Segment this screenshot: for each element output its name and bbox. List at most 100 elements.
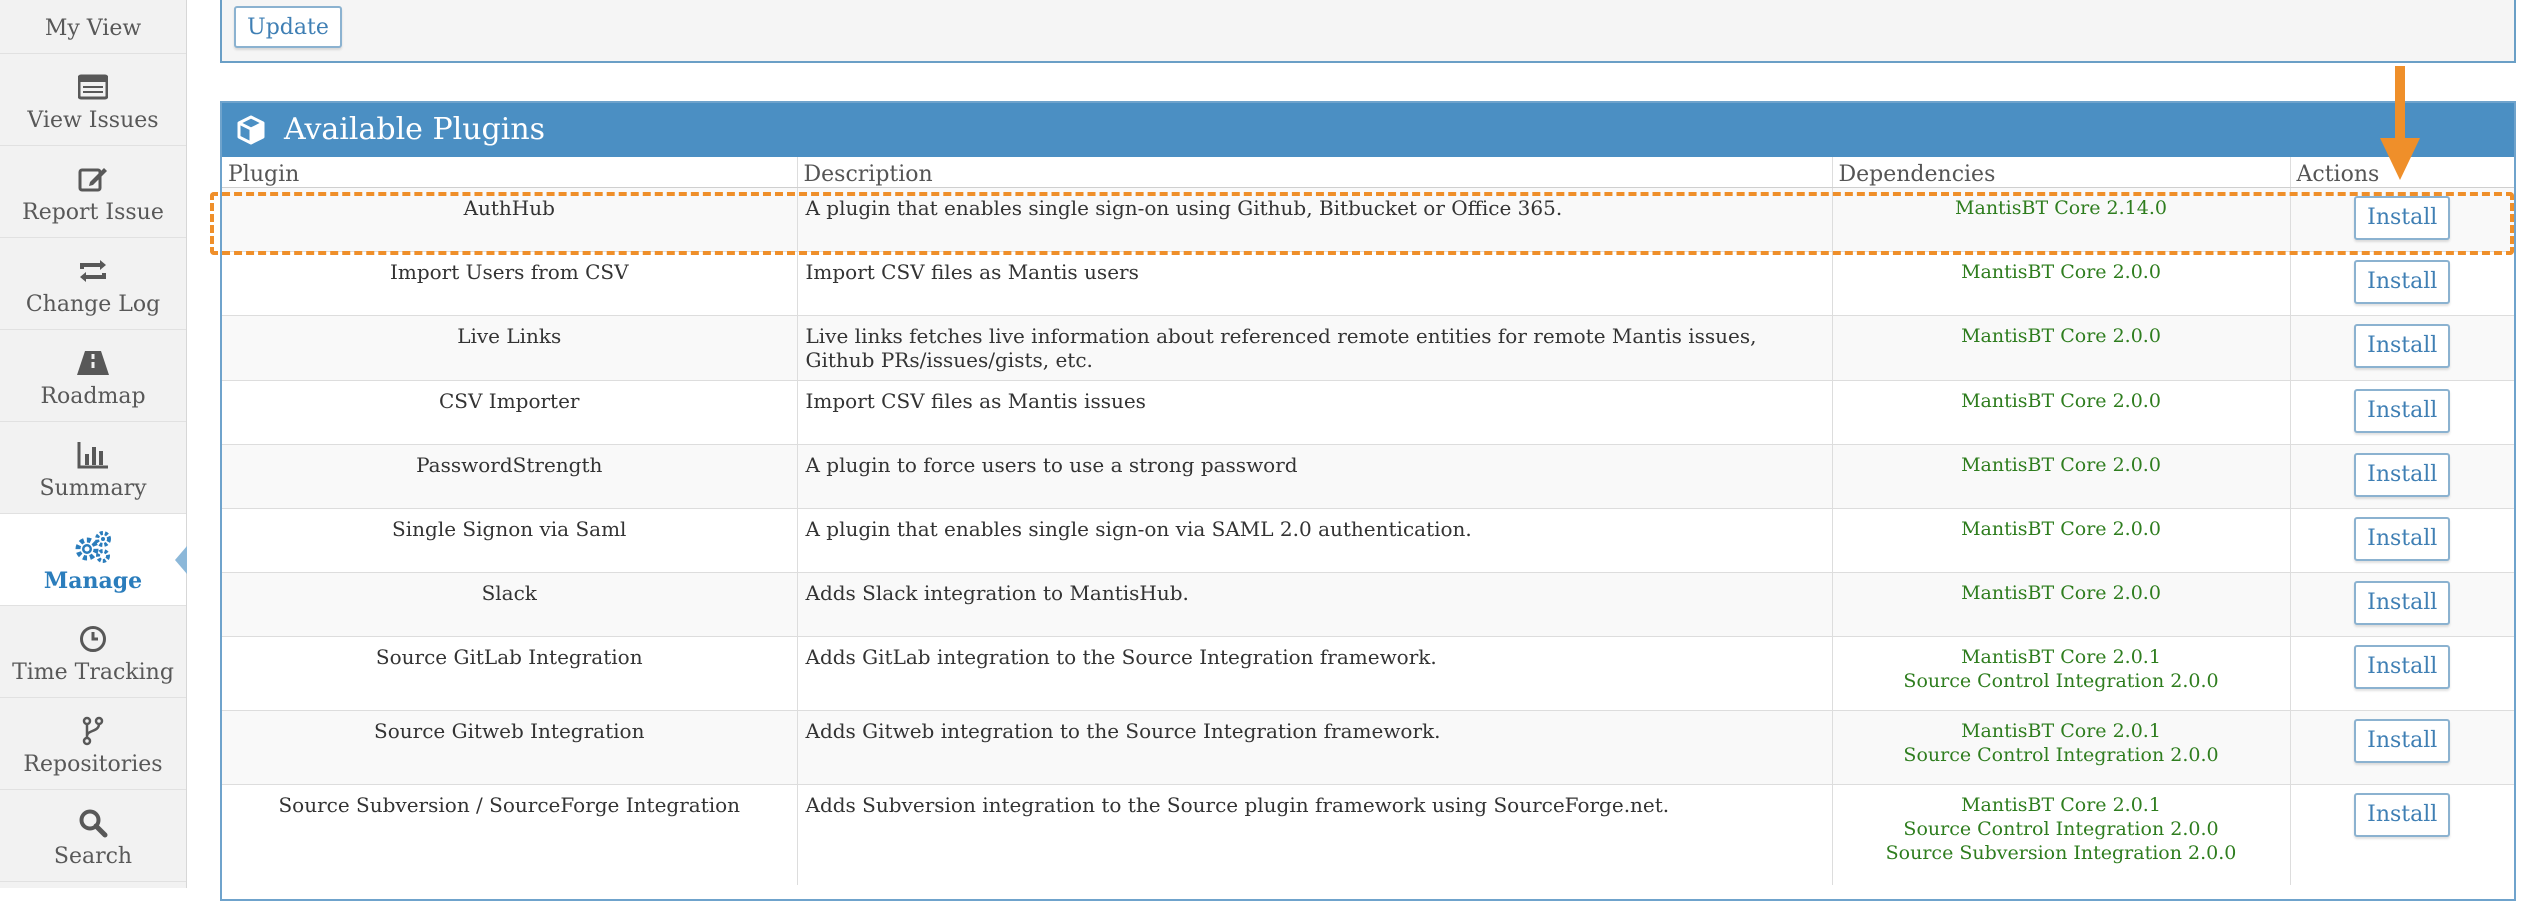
retweet-icon: [0, 256, 186, 286]
plugin-actions: Install: [2289, 187, 2514, 252]
dependency[interactable]: MantisBT Core 2.0.0: [1841, 453, 2282, 477]
plugin-name: Single Signon via Saml: [222, 508, 797, 573]
edit-icon: [0, 164, 186, 194]
plugin-actions: Install: [2289, 572, 2514, 637]
dependency[interactable]: MantisBT Core 2.0.0: [1841, 581, 2282, 605]
active-indicator: [175, 546, 187, 574]
sidebar-item-view-issues[interactable]: View Issues: [0, 54, 186, 146]
plugin-description: A plugin that enables single sign-on usi…: [796, 187, 1832, 252]
dependency[interactable]: MantisBT Core 2.14.0: [1841, 196, 2282, 220]
plugin-name: CSV Importer: [222, 380, 797, 445]
dependency[interactable]: Source Subversion Integration 2.0.0: [1841, 841, 2282, 865]
sidebar: My View View Issues Report Issue Change …: [0, 0, 187, 888]
sidebar-item-label: Report Issue: [22, 200, 164, 225]
plugin-actions: Install: [2289, 380, 2514, 445]
sidebar-item-label: View Issues: [27, 108, 159, 133]
sidebar-item-label: Roadmap: [40, 384, 146, 409]
plugin-dependencies: MantisBT Core 2.0.1 Source Control Integ…: [1831, 710, 2290, 785]
plugin-description: Adds Subversion integration to the Sourc…: [796, 784, 1832, 885]
plugin-dependencies: MantisBT Core 2.0.0: [1831, 572, 2290, 637]
dependency[interactable]: Source Control Integration 2.0.0: [1841, 817, 2282, 841]
sidebar-item-label: Change Log: [25, 292, 161, 317]
install-button[interactable]: Install: [2354, 719, 2451, 763]
table-row: Import Users from CSV Import CSV files a…: [222, 251, 2514, 316]
bar-chart-icon: [0, 440, 186, 470]
install-button[interactable]: Install: [2354, 517, 2451, 561]
install-button[interactable]: Install: [2354, 389, 2451, 433]
table-row: AuthHub A plugin that enables single sig…: [222, 187, 2514, 252]
sidebar-item-repositories[interactable]: Repositories: [0, 698, 186, 790]
sidebar-item-search[interactable]: Search: [0, 790, 186, 882]
sidebar-item-my-view[interactable]: My View: [0, 0, 186, 54]
table-header-row: Plugin Description Dependencies Actions: [222, 157, 2514, 188]
dependency[interactable]: Source Control Integration 2.0.0: [1841, 669, 2282, 693]
sidebar-item-label: Summary: [39, 476, 147, 501]
cube-icon: [236, 115, 266, 149]
widget-title: Available Plugins: [284, 112, 546, 147]
install-button[interactable]: Install: [2354, 793, 2451, 837]
plugin-actions: Install: [2289, 315, 2514, 381]
install-button[interactable]: Install: [2354, 260, 2451, 304]
sidebar-item-label: My View: [44, 16, 142, 41]
dependency[interactable]: MantisBT Core 2.0.1: [1841, 719, 2282, 743]
plugin-actions: Install: [2289, 710, 2514, 785]
plugin-description: Adds Slack integration to MantisHub.: [796, 572, 1832, 637]
sidebar-item-roadmap[interactable]: Roadmap: [0, 330, 186, 422]
road-icon: [0, 348, 186, 378]
clock-icon: [0, 624, 186, 654]
dependency[interactable]: MantisBT Core 2.0.0: [1841, 260, 2282, 284]
install-button[interactable]: Install: [2354, 324, 2451, 368]
table-row: Live Links Live links fetches live infor…: [222, 315, 2514, 381]
plugin-dependencies: MantisBT Core 2.0.0: [1831, 444, 2290, 509]
table-row: Source GitLab Integration Adds GitLab in…: [222, 636, 2514, 711]
plugin-description: A plugin that enables single sign-on via…: [796, 508, 1832, 573]
plugin-description: Adds GitLab integration to the Source In…: [796, 636, 1832, 711]
column-header-plugin: Plugin: [222, 157, 797, 188]
table-row: CSV Importer Import CSV files as Mantis …: [222, 380, 2514, 445]
plugin-actions: Install: [2289, 444, 2514, 509]
sidebar-item-time-tracking[interactable]: Time Tracking: [0, 606, 186, 698]
plugin-actions: Install: [2289, 784, 2514, 885]
plugin-name: Import Users from CSV: [222, 251, 797, 316]
plugin-actions: Install: [2289, 636, 2514, 711]
plugin-dependencies: MantisBT Core 2.0.0: [1831, 251, 2290, 316]
plugin-dependencies: MantisBT Core 2.14.0: [1831, 187, 2290, 252]
table-row: Source Gitweb Integration Adds Gitweb in…: [222, 710, 2514, 785]
sidebar-item-summary[interactable]: Summary: [0, 422, 186, 514]
dependency[interactable]: MantisBT Core 2.0.1: [1841, 645, 2282, 669]
column-header-dependencies: Dependencies: [1831, 157, 2290, 188]
plugin-description: Live links fetches live information abou…: [796, 315, 1832, 381]
plugin-description: Adds Gitweb integration to the Source In…: [796, 710, 1832, 785]
install-button[interactable]: Install: [2354, 196, 2451, 240]
update-button[interactable]: Update: [234, 6, 342, 48]
settings-box: Update: [220, 0, 2516, 63]
plugin-actions: Install: [2289, 508, 2514, 573]
table-row: Source Subversion / SourceForge Integrat…: [222, 784, 2514, 885]
plugin-name: PasswordStrength: [222, 444, 797, 509]
plugin-name: AuthHub: [222, 187, 797, 252]
dependency[interactable]: MantisBT Core 2.0.0: [1841, 324, 2282, 348]
dependency[interactable]: MantisBT Core 2.0.0: [1841, 389, 2282, 413]
sidebar-item-change-log[interactable]: Change Log: [0, 238, 186, 330]
widget-header: Available Plugins: [222, 103, 2514, 157]
sidebar-item-label: Search: [53, 844, 133, 869]
plugin-description: A plugin to force users to use a strong …: [796, 444, 1832, 509]
plugins-table: Plugin Description Dependencies Actions …: [222, 157, 2514, 885]
sidebar-item-label: Time Tracking: [12, 660, 174, 685]
plugin-name: Source GitLab Integration: [222, 636, 797, 711]
list-icon: [0, 72, 186, 102]
table-row: PasswordStrength A plugin to force users…: [222, 444, 2514, 509]
search-icon: [0, 808, 186, 838]
gears-icon: [0, 531, 186, 563]
plugin-name: Live Links: [222, 315, 797, 381]
dependency[interactable]: MantisBT Core 2.0.1: [1841, 793, 2282, 817]
table-row: Single Signon via Saml A plugin that ena…: [222, 508, 2514, 573]
dependency[interactable]: Source Control Integration 2.0.0: [1841, 743, 2282, 767]
install-button[interactable]: Install: [2354, 645, 2451, 689]
install-button[interactable]: Install: [2354, 581, 2451, 625]
install-button[interactable]: Install: [2354, 453, 2451, 497]
dependency[interactable]: MantisBT Core 2.0.0: [1841, 517, 2282, 541]
column-header-actions: Actions: [2289, 157, 2514, 188]
sidebar-item-manage[interactable]: Manage: [0, 514, 187, 606]
sidebar-item-report-issue[interactable]: Report Issue: [0, 146, 186, 238]
